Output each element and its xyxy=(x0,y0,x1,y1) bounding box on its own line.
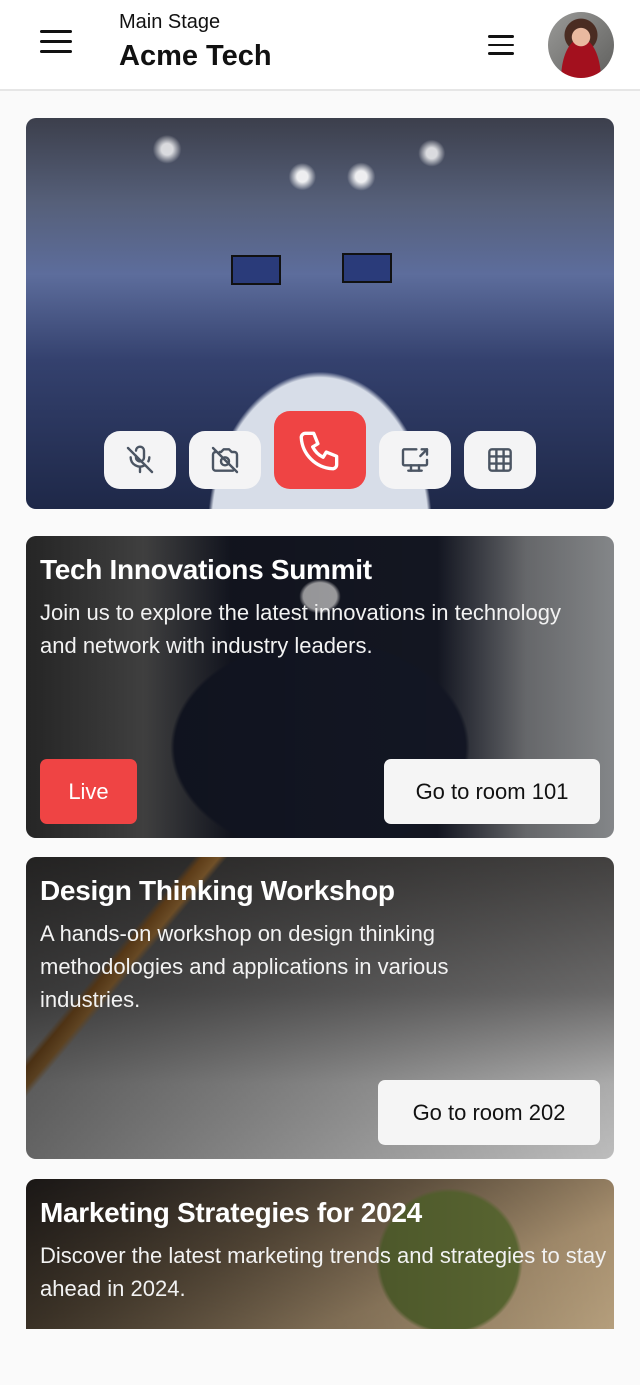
event-description: Join us to explore the latest innovation… xyxy=(40,600,561,658)
end-call-button[interactable] xyxy=(274,411,366,489)
stage-screen xyxy=(231,255,281,285)
camera-off-button[interactable] xyxy=(189,431,261,489)
hamburger-menu-icon xyxy=(488,35,518,55)
grid-view-button[interactable] xyxy=(464,431,536,489)
event-title: Marketing Strategies for 2024 xyxy=(40,1197,422,1228)
hamburger-menu-icon xyxy=(40,30,78,53)
secondary-menu-button[interactable] xyxy=(488,35,518,59)
event-title: Tech Innovations Summit xyxy=(40,554,372,585)
event-title: Design Thinking Workshop xyxy=(40,875,395,906)
phone-icon xyxy=(299,431,339,471)
share-screen-button[interactable] xyxy=(379,431,451,489)
event-description: Discover the latest marketing trends and… xyxy=(40,1243,607,1301)
app-header: Main Stage Acme Tech xyxy=(0,0,640,91)
go-to-room-button[interactable]: Go to room 101 xyxy=(384,759,600,824)
event-card: Tech Innovations Summit Join us to explo… xyxy=(26,536,614,838)
screen-share-icon xyxy=(401,448,429,472)
stage-screen xyxy=(342,253,392,283)
event-card: Marketing Strategies for 2024 Discover t… xyxy=(26,1179,614,1329)
call-controls xyxy=(26,411,614,491)
microphone-off-icon xyxy=(126,445,154,474)
grid-icon xyxy=(488,448,512,472)
header-subtitle: Main Stage xyxy=(119,11,221,33)
go-to-room-button[interactable]: Go to room 202 xyxy=(378,1080,600,1145)
mute-microphone-button[interactable] xyxy=(104,431,176,489)
video-stream xyxy=(26,118,614,509)
user-avatar[interactable] xyxy=(548,12,614,78)
header-title: Acme Tech xyxy=(119,40,272,72)
event-description: A hands-on workshop on design thinking m… xyxy=(40,921,449,1012)
event-card: Design Thinking Workshop A hands-on work… xyxy=(26,857,614,1159)
camera-off-icon xyxy=(211,446,239,474)
main-menu-button[interactable] xyxy=(40,30,78,60)
live-badge[interactable]: Live xyxy=(40,759,137,824)
